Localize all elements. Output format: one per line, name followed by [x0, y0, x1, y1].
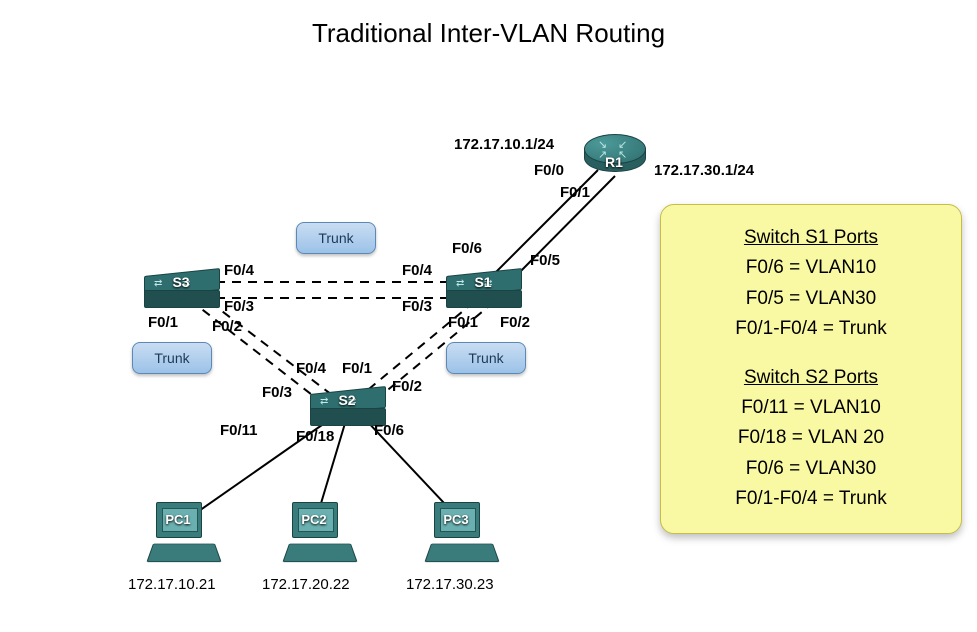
- legend-s2-title: Switch S2 Ports: [685, 363, 937, 393]
- legend-s2-line-0: F0/11 = VLAN10: [685, 393, 937, 423]
- switch-s2-label: S2: [310, 392, 384, 408]
- legend-s1-title: Switch S1 Ports: [685, 223, 937, 253]
- switch-s2: ⇄⇄ S2: [310, 394, 384, 424]
- r1-ip-left: 172.17.10.1/24: [454, 136, 554, 153]
- s2-port-f04: F0/4: [296, 360, 326, 377]
- s1-port-f02: F0/2: [500, 314, 530, 331]
- trunk-badge-top: Trunk: [296, 222, 376, 254]
- switch-s3-label: S3: [144, 274, 218, 290]
- s3-port-f02: F0/2: [212, 318, 242, 335]
- s3-port-f01: F0/1: [148, 314, 178, 331]
- legend-s1-line-1: F0/5 = VLAN30: [685, 284, 937, 314]
- switch-s3: ⇄⇄ S3: [144, 276, 218, 306]
- diagram-title: Traditional Inter-VLAN Routing: [0, 18, 977, 49]
- s1-port-f01: F0/1: [448, 314, 478, 331]
- legend-s2-line-2: F0/6 = VLAN30: [685, 454, 937, 484]
- s2-port-f03: F0/3: [262, 384, 292, 401]
- router-r1: ↘ ↙ ↗ ↖ R1: [584, 134, 644, 178]
- legend-s1-line-0: F0/6 = VLAN10: [685, 253, 937, 283]
- s2-port-f02: F0/2: [392, 378, 422, 395]
- r1-ip-right: 172.17.30.1/24: [654, 162, 754, 179]
- r1-port-f00: F0/0: [534, 162, 564, 179]
- s3-port-f04: F0/4: [224, 262, 254, 279]
- pc3-label: PC3: [432, 512, 480, 527]
- s1-port-f05: F0/5: [530, 252, 560, 269]
- diagram-canvas: Traditional Inter-VLAN Routing ↘ ↙ ↗ ↖ R…: [0, 0, 977, 632]
- s2-port-f011: F0/11: [220, 422, 258, 439]
- trunk-badge-right: Trunk: [446, 342, 526, 374]
- pc1: PC1: [150, 502, 220, 570]
- legend-box: Switch S1 Ports F0/6 = VLAN10 F0/5 = VLA…: [660, 204, 962, 534]
- switch-s1: ⇄⇄ S1: [446, 276, 520, 306]
- legend-s2-line-1: F0/18 = VLAN 20: [685, 423, 937, 453]
- s2-port-f01: F0/1: [342, 360, 372, 377]
- router-label: R1: [584, 154, 644, 170]
- pc1-ip: 172.17.10.21: [128, 576, 216, 593]
- pc2-label: PC2: [290, 512, 338, 527]
- legend-s1-line-2: F0/1-F0/4 = Trunk: [685, 314, 937, 344]
- pc1-label: PC1: [154, 512, 202, 527]
- pc3-ip: 172.17.30.23: [406, 576, 494, 593]
- s1-port-f06: F0/6: [452, 240, 482, 257]
- s2-port-f06: F0/6: [374, 422, 404, 439]
- s3-port-f03: F0/3: [224, 298, 254, 315]
- pc3: PC3: [428, 502, 498, 570]
- pc2: PC2: [286, 502, 356, 570]
- s1-port-f04: F0/4: [402, 262, 432, 279]
- trunk-badge-left: Trunk: [132, 342, 212, 374]
- switch-s1-label: S1: [446, 274, 520, 290]
- s2-port-f018: F0/18: [296, 428, 334, 445]
- legend-s2-line-3: F0/1-F0/4 = Trunk: [685, 484, 937, 514]
- s1-port-f03: F0/3: [402, 298, 432, 315]
- pc2-ip: 172.17.20.22: [262, 576, 350, 593]
- r1-port-f01: F0/1: [560, 184, 590, 201]
